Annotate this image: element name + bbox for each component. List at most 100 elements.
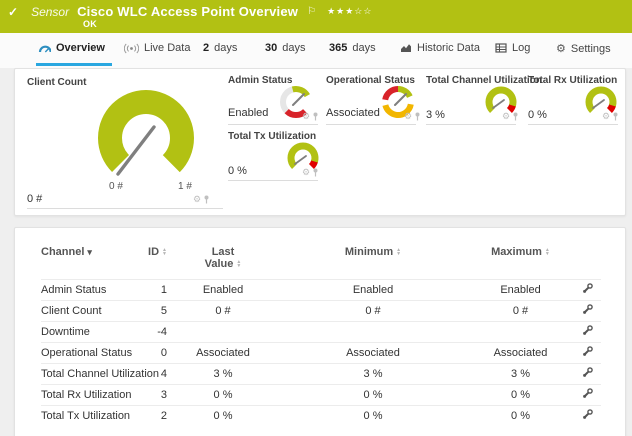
- gauge-value-admin-status: Enabled: [228, 107, 268, 119]
- cell-maximum: Enabled: [473, 280, 568, 301]
- channel-settings-wrench-icon[interactable]: [582, 388, 593, 399]
- active-tab-indicator: [36, 63, 112, 66]
- header-label: Maximum: [491, 246, 542, 258]
- divider: [27, 208, 223, 209]
- sensor-type-label: Sensor: [31, 5, 69, 19]
- cell-maximum: 0 #: [473, 301, 568, 322]
- pin-icon[interactable]: [612, 112, 619, 121]
- tab-number: 2: [203, 42, 209, 54]
- header-label: Channel: [41, 246, 84, 258]
- cell-tools[interactable]: ⚙: [404, 112, 421, 121]
- tab-label: Historic Data: [417, 42, 480, 54]
- tab-2-days[interactable]: 2 days: [203, 42, 237, 54]
- cell-maximum: Associated: [473, 343, 568, 364]
- sort-icon: ▲▼: [236, 260, 241, 268]
- sort-icon: ▲▼: [396, 248, 401, 256]
- channel-settings-wrench-icon[interactable]: [582, 367, 593, 378]
- status-badge: OK: [83, 19, 97, 29]
- tab-overview[interactable]: Overview: [38, 42, 105, 54]
- pin-icon[interactable]: [312, 112, 319, 121]
- tab-log[interactable]: Log: [495, 42, 530, 54]
- column-header-channel[interactable]: Channel▾: [41, 238, 137, 280]
- cell-tools[interactable]: ⚙: [193, 195, 210, 204]
- cell-minimum: Enabled: [273, 280, 473, 301]
- column-header-last-value[interactable]: LastValue▲▼: [173, 238, 273, 280]
- channels-table-panel: Channel▾ ID▲▼ LastValue▲▼ Minimum▲▼ Maxi…: [14, 227, 626, 436]
- cell-last-value: 3 %: [173, 364, 273, 385]
- header-label: Minimum: [345, 246, 393, 258]
- cell-channel: Client Count: [41, 301, 137, 322]
- pin-icon[interactable]: [312, 168, 319, 177]
- cell-id: 0: [137, 343, 173, 364]
- cell-last-value: [173, 322, 273, 343]
- gauge-value-total-channel: 3 %: [426, 109, 445, 121]
- cell-tools[interactable]: ⚙: [302, 168, 319, 177]
- pin-icon[interactable]: [203, 195, 210, 204]
- gauge-value-client-count: 0 #: [27, 193, 42, 205]
- table-header-row: Channel▾ ID▲▼ LastValue▲▼ Minimum▲▼ Maxi…: [41, 238, 601, 280]
- column-header-minimum[interactable]: Minimum▲▼: [273, 238, 473, 280]
- priority-stars[interactable]: ★★★☆☆: [327, 6, 372, 17]
- mini-gear-icon[interactable]: ⚙: [404, 112, 412, 121]
- cell-last-value: 0 %: [173, 385, 273, 406]
- gauge-icon: [38, 43, 51, 54]
- column-header-id[interactable]: ID▲▼: [137, 238, 173, 280]
- mini-gear-icon[interactable]: ⚙: [602, 112, 610, 121]
- tab-label: days: [282, 42, 305, 54]
- gauge-max-label: 1 #: [178, 181, 192, 192]
- column-header-maximum[interactable]: Maximum▲▼: [473, 238, 568, 280]
- cell-id: 2: [137, 406, 173, 427]
- tab-label: Log: [512, 42, 530, 54]
- stars-empty[interactable]: ☆☆: [354, 6, 372, 16]
- table-row: Downtime -4: [41, 322, 601, 343]
- cell-minimum: 0 %: [273, 406, 473, 427]
- gauge-min-label: 0 #: [109, 181, 123, 192]
- cell-id: 5: [137, 301, 173, 322]
- cell-tools[interactable]: ⚙: [502, 112, 519, 121]
- channel-settings-wrench-icon[interactable]: [582, 346, 593, 357]
- channel-settings-wrench-icon[interactable]: [582, 283, 593, 294]
- cell-minimum: Associated: [273, 343, 473, 364]
- mini-gear-icon[interactable]: ⚙: [302, 168, 310, 177]
- table-row: Client Count 5 0 # 0 # 0 #: [41, 301, 601, 322]
- pin-icon[interactable]: [414, 112, 421, 121]
- cell-channel: Total Channel Utilization: [41, 364, 137, 385]
- channel-settings-wrench-icon[interactable]: [582, 409, 593, 420]
- gauge-title-client-count: Client Count: [27, 77, 86, 88]
- cell-tools[interactable]: ⚙: [602, 112, 619, 121]
- mini-gear-icon[interactable]: ⚙: [193, 195, 201, 204]
- column-header-tools: [568, 238, 601, 280]
- tab-live-data[interactable]: Live Data: [124, 42, 190, 54]
- cell-id: 3: [137, 385, 173, 406]
- tab-settings[interactable]: ⚙ Settings: [556, 42, 611, 55]
- sensor-header: ✓ Sensor Cisco WLC Access Point Overview…: [0, 0, 632, 33]
- divider: [426, 124, 516, 125]
- log-table-icon: [495, 43, 507, 53]
- channel-settings-wrench-icon[interactable]: [582, 325, 593, 336]
- client-count-gauge: [87, 85, 237, 193]
- channel-settings-wrench-icon[interactable]: [582, 304, 593, 315]
- tab-historic-data[interactable]: Historic Data: [400, 42, 480, 54]
- cell-tools[interactable]: ⚙: [302, 112, 319, 121]
- cell-minimum: 0 %: [273, 385, 473, 406]
- table-row: Total Channel Utilization 4 3 % 3 % 3 %: [41, 364, 601, 385]
- cell-minimum: 3 %: [273, 364, 473, 385]
- status-ok-icon: ✓: [8, 5, 18, 19]
- cell-maximum: 0 %: [473, 385, 568, 406]
- gauge-value-total-rx: 0 %: [528, 109, 547, 121]
- cell-maximum: 0 %: [473, 406, 568, 427]
- pin-icon[interactable]: [512, 112, 519, 121]
- header-label: Value: [205, 258, 234, 270]
- priority-flag-icon[interactable]: ⚐: [307, 6, 316, 17]
- mini-gear-icon[interactable]: ⚙: [302, 112, 310, 121]
- cell-minimum: 0 #: [273, 301, 473, 322]
- channels-table: Channel▾ ID▲▼ LastValue▲▼ Minimum▲▼ Maxi…: [41, 238, 601, 427]
- stars-filled[interactable]: ★★★: [327, 6, 354, 16]
- chart-icon: [400, 43, 412, 53]
- sort-icon: ▲▼: [162, 248, 167, 256]
- tab-label: days: [214, 42, 237, 54]
- tab-30-days[interactable]: 30 days: [265, 42, 306, 54]
- mini-gear-icon[interactable]: ⚙: [502, 112, 510, 121]
- tab-365-days[interactable]: 365 days: [329, 42, 376, 54]
- table-row: Admin Status 1 Enabled Enabled Enabled: [41, 280, 601, 301]
